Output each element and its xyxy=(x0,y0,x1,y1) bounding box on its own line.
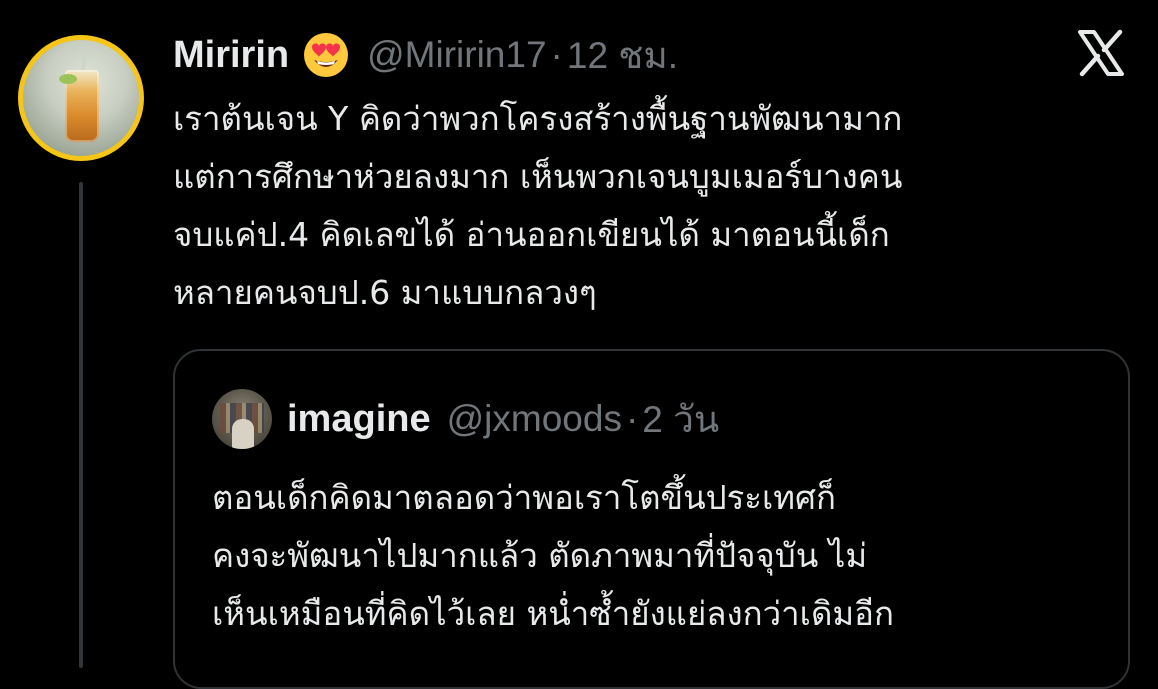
quoted-text-line: คงจะพัฒนาไปมากแล้ว ตัดภาพมาที่ปัจจุบัน ไ… xyxy=(212,536,868,575)
quoted-text-line: เห็นเหมือนที่คิดไว้เลย หน่ำซ้ำยังแย่ลงกว… xyxy=(212,594,894,633)
tweet-text-line: เราต้นเจน Y คิดว่าพวกโครงสร้างพื้นฐานพัฒ… xyxy=(173,99,903,138)
tweet-header: Miririn @Miririn17 · 12 ชม. xyxy=(173,30,678,80)
avatar-lime xyxy=(59,74,77,84)
quoted-tweet-header: imagine @jxmoods · 2 วัน xyxy=(287,393,719,445)
thread-line xyxy=(79,182,83,668)
author-handle[interactable]: @Miririn17 xyxy=(367,34,546,76)
quoted-header-separator: · xyxy=(625,398,639,439)
avatar-person xyxy=(232,419,254,449)
tweet-text-line: แต่การศึกษาห่วยลงมาก เห็นพวกเจนบูมเมอร์บ… xyxy=(173,157,903,196)
author-name[interactable]: Miririn xyxy=(173,34,289,77)
tweet-text-line: หลายคนจบป.6 มาแบบกลวงๆ xyxy=(173,273,597,312)
tweet-text-line: จบแค่ป.4 คิดเลขได้ อ่านออกเขียนได้ มาตอน… xyxy=(173,215,890,254)
tweet-timestamp[interactable]: 12 ชม. xyxy=(567,26,678,85)
x-logo-icon[interactable] xyxy=(1076,28,1126,78)
quoted-tweet-timestamp[interactable]: 2 วัน xyxy=(642,390,719,449)
tweet-body: เราต้นเจน Y คิดว่าพวกโครงสร้างพื้นฐานพัฒ… xyxy=(173,90,1123,322)
quoted-tweet-card[interactable]: imagine @jxmoods · 2 วัน ตอนเด็กคิดมาตลอ… xyxy=(173,349,1130,689)
quoted-author-name[interactable]: imagine xyxy=(287,398,431,441)
quoted-tweet-body: ตอนเด็กคิดมาตลอดว่าพอเราโตขึ้นประเทศก็ ค… xyxy=(212,469,1112,643)
author-avatar[interactable] xyxy=(18,35,144,161)
heart-eyes-emoji-icon xyxy=(304,33,349,77)
quoted-author-avatar[interactable] xyxy=(212,389,272,449)
quoted-author-handle[interactable]: @jxmoods xyxy=(447,398,622,440)
quoted-text-line: ตอนเด็กคิดมาตลอดว่าพอเราโตขึ้นประเทศก็ xyxy=(212,478,836,517)
header-separator: · xyxy=(550,34,563,75)
